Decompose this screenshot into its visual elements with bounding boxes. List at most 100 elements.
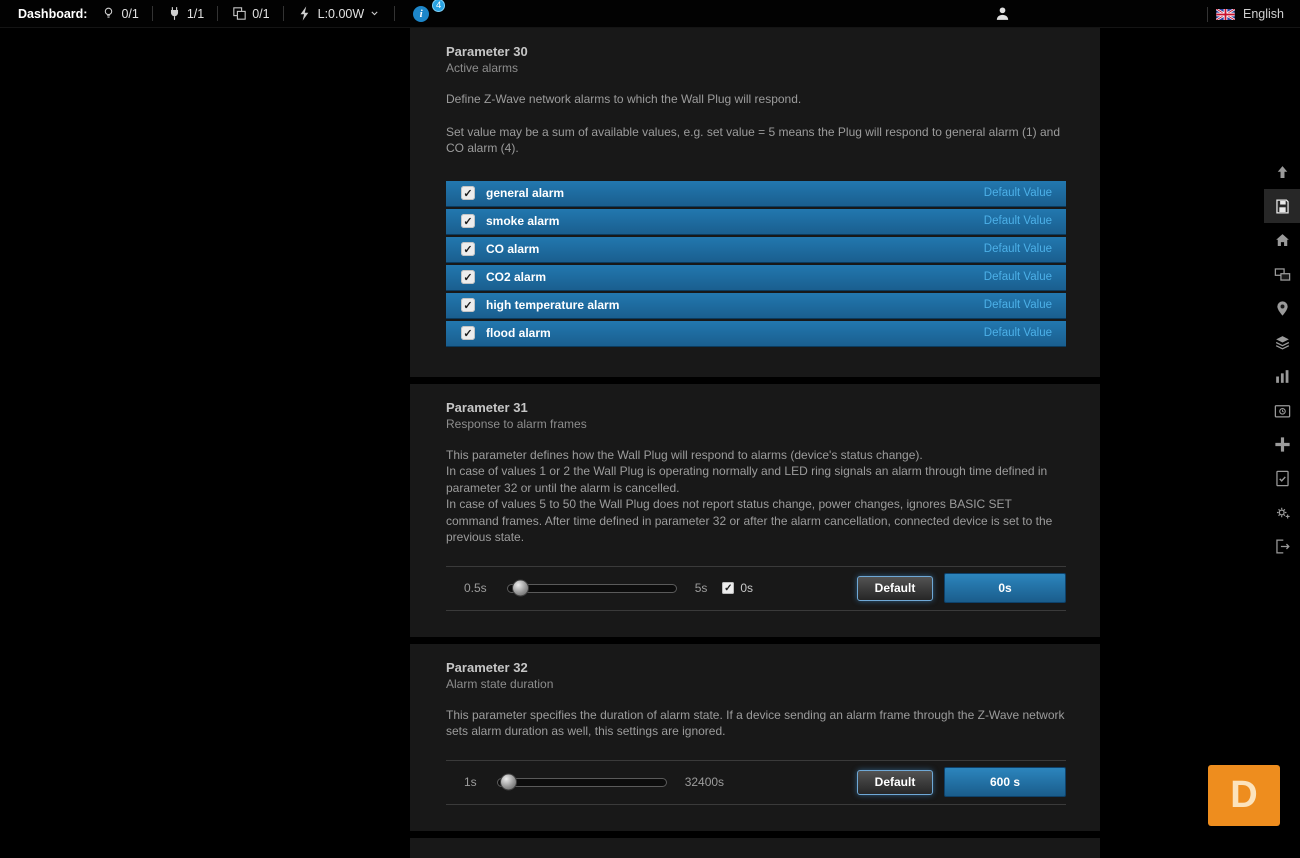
default-value-link[interactable]: Default Value [984,299,1052,311]
alarm-label: flood alarm [486,326,551,340]
alarm-checkbox[interactable] [461,242,475,256]
default-button[interactable]: Default [857,770,933,795]
scenes-button[interactable] [1264,325,1300,359]
parameter-subtitle: Alarm state duration [446,677,1066,691]
zero-seconds-label: 0s [740,581,753,595]
parameter-title: Parameter 31 [446,400,1066,415]
layers-icon [1273,333,1292,352]
settings-button[interactable] [1264,495,1300,529]
device-config-panel: Parameter 30 Active alarms Define Z-Wave… [410,28,1100,851]
alarm-label: CO alarm [486,242,539,256]
stat-plugs[interactable]: 1/1 [166,5,204,22]
stat-lights[interactable]: 0/1 [100,5,138,22]
language-label: English [1243,7,1284,21]
notifications-button[interactable]: i 4 [413,6,429,22]
user-menu-button[interactable] [994,5,1011,27]
divider [217,6,218,21]
parameter-description: This parameter specifies the duration of… [446,707,1066,740]
parameter-31-slider[interactable] [507,584,677,593]
parameter-32-control: 1s 32400s Default 600 s [446,760,1066,805]
stat-power-load[interactable]: L:0.00W [297,5,382,22]
slider-min-label: 1s [464,775,477,789]
reports-button[interactable] [1264,461,1300,495]
location-pin-icon [1273,299,1292,318]
alarm-label: high temperature alarm [486,298,619,312]
divider [283,6,284,21]
parameter-description: Set value may be a sum of available valu… [446,124,1066,157]
brand-logo: D [1208,765,1280,826]
alarm-row: CO alarm Default Value [446,237,1066,263]
parameter-32-slider[interactable] [497,778,667,787]
alarm-label: smoke alarm [486,214,559,228]
rooms-icon [1273,265,1292,284]
events-button[interactable] [1264,393,1300,427]
save-button[interactable] [1264,189,1300,223]
plus-cross-icon [1273,435,1292,454]
alarm-checkbox[interactable] [461,214,475,228]
zero-seconds-checkbox[interactable] [722,582,734,594]
slider-min-label: 0.5s [464,581,487,595]
uk-flag-icon [1216,9,1235,20]
stat-lights-value: 0/1 [121,7,138,21]
slider-max-label: 5s [695,581,708,595]
slider-max-label: 32400s [685,775,724,789]
alarm-row: high temperature alarm Default Value [446,293,1066,319]
alarm-row: flood alarm Default Value [446,321,1066,347]
alarm-checkbox[interactable] [461,270,475,284]
alarm-row: smoke alarm Default Value [446,209,1066,235]
slider-handle[interactable] [512,580,529,597]
divider [152,6,153,21]
alarm-checkbox[interactable] [461,326,475,340]
user-icon [994,5,1011,22]
slider-handle[interactable] [500,774,517,791]
stat-plugs-value: 1/1 [187,7,204,21]
next-parameter-section [410,838,1100,858]
devices-icon [231,5,248,22]
rooms-button[interactable] [1264,257,1300,291]
stat-power-value: L:0.00W [318,7,365,21]
notification-badge: 4 [432,0,445,12]
alarm-row: general alarm Default Value [446,181,1066,207]
logout-icon [1273,537,1292,556]
alarm-checkbox[interactable] [461,186,475,200]
statistics-button[interactable] [1264,359,1300,393]
default-value-link[interactable]: Default Value [984,271,1052,283]
plug-icon [166,5,183,22]
topbar: Dashboard: 0/1 1/1 0/1 L:0.00W i 4 Engli… [0,0,1300,28]
location-button[interactable] [1264,291,1300,325]
bulb-icon [100,5,117,22]
default-value-link[interactable]: Default Value [984,187,1052,199]
alarm-row: CO2 alarm Default Value [446,265,1066,291]
parameter-description: In case of values 1 or 2 the Wall Plug i… [446,463,1066,496]
divider [394,6,395,21]
alarm-options-list: general alarm Default Value smoke alarm … [446,181,1066,347]
lightning-icon [297,5,314,22]
document-check-icon [1273,469,1292,488]
stat-devices[interactable]: 0/1 [231,5,269,22]
parameter-description: Define Z-Wave network alarms to which th… [446,91,1066,108]
network-button[interactable] [1264,427,1300,461]
default-value-link[interactable]: Default Value [984,215,1052,227]
divider [1207,7,1208,22]
alarm-checkbox[interactable] [461,298,475,312]
parameter-30-section: Parameter 30 Active alarms Define Z-Wave… [410,28,1100,377]
parameter-subtitle: Active alarms [446,61,1066,75]
default-value-link[interactable]: Default Value [984,327,1052,339]
info-icon: i [413,6,429,22]
parameter-32-value[interactable]: 600 s [944,767,1066,797]
language-selector[interactable]: English [1207,0,1284,28]
scroll-top-button[interactable] [1264,155,1300,189]
alarm-label: CO2 alarm [486,270,546,284]
parameter-32-section: Parameter 32 Alarm state duration This p… [410,644,1100,831]
home-button[interactable] [1264,223,1300,257]
logout-button[interactable] [1264,529,1300,563]
parameter-31-section: Parameter 31 Response to alarm frames Th… [410,384,1100,637]
parameter-31-value[interactable]: 0s [944,573,1066,603]
alarm-label: general alarm [486,186,564,200]
event-history-icon [1273,401,1292,420]
chevron-down-icon [368,7,381,20]
default-value-link[interactable]: Default Value [984,243,1052,255]
save-icon [1273,197,1292,216]
side-toolbar [1264,155,1300,563]
default-button[interactable]: Default [857,576,933,601]
